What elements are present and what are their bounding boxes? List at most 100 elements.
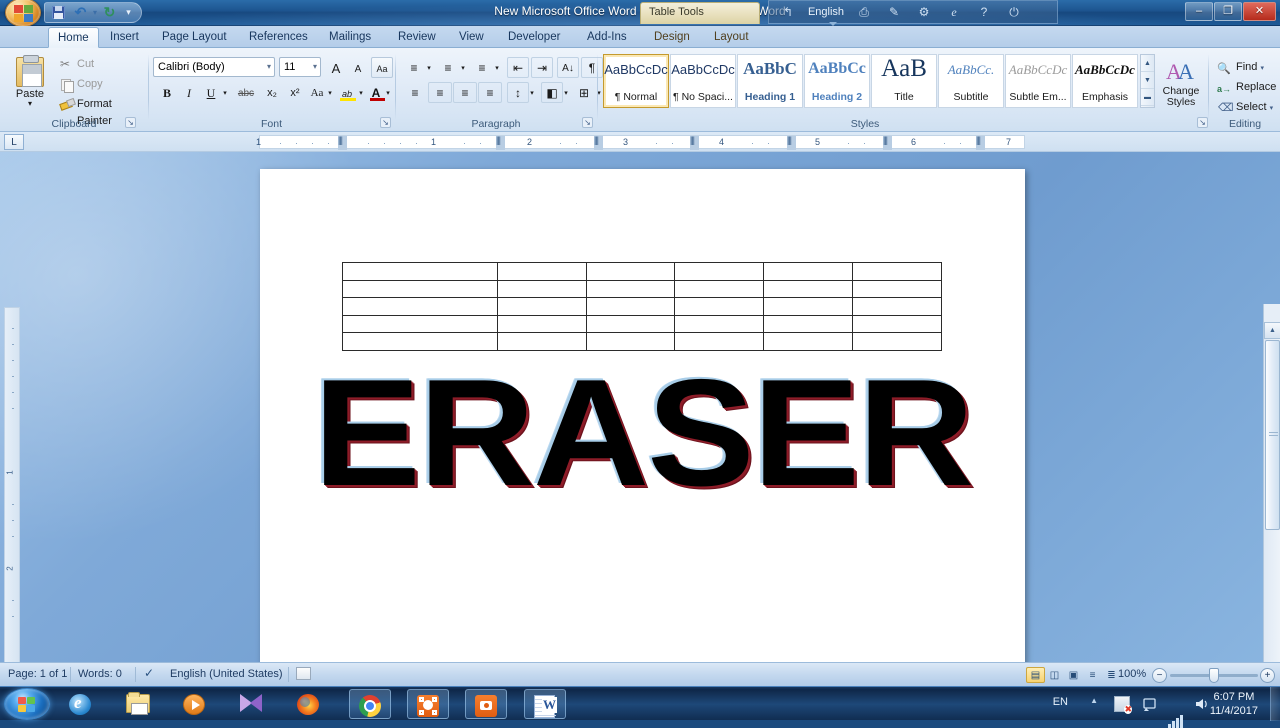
format-painter-button[interactable]: Format Painter	[56, 95, 148, 127]
text-highlight-button[interactable]: ab	[336, 82, 358, 103]
volume-icon[interactable]	[1194, 696, 1210, 712]
font-color-button[interactable]: A	[366, 82, 386, 103]
font-name-combo[interactable]: Calibri (Body) ▾	[153, 57, 275, 77]
office-button[interactable]	[2, 0, 42, 28]
justify-button[interactable]: ≡	[478, 82, 502, 103]
proofing-errors-icon[interactable]: ✓	[144, 666, 154, 680]
ruler-track[interactable]: 1 1 2 3 4 5 6 7	[256, 135, 1025, 150]
scroll-up-button[interactable]: ▲	[1264, 322, 1280, 339]
style-emphasis[interactable]: AaBbCcDc Emphasis	[1072, 54, 1138, 108]
styles-more-button[interactable]: ▬	[1141, 89, 1154, 106]
save-button[interactable]	[49, 4, 68, 21]
zoom-level[interactable]: 100%	[1118, 668, 1146, 680]
minimize-button[interactable]: –	[1185, 2, 1213, 21]
vertical-ruler[interactable]: 1 2 3	[4, 307, 20, 662]
macro-record-icon[interactable]	[296, 667, 311, 680]
line-spacing-button[interactable]: ↕	[507, 82, 529, 103]
page-indicator[interactable]: Page: 1 of 1	[8, 668, 67, 680]
taskbar-internet-explorer[interactable]	[60, 689, 102, 719]
power-icon[interactable]: ⏻	[999, 2, 1029, 22]
line-spacing-caret-icon[interactable]: ▾	[527, 82, 537, 103]
style-heading-2[interactable]: AaBbCc Heading 2	[804, 54, 870, 108]
taskbar-snagit-capture[interactable]	[465, 689, 507, 719]
multilevel-list-button[interactable]: ≡	[471, 57, 493, 78]
taskbar-windows-explorer[interactable]	[117, 689, 159, 719]
italic-button[interactable]: I	[178, 82, 200, 103]
taskbar-microsoft-word[interactable]	[524, 689, 566, 719]
input-language-indicator[interactable]: EN	[1053, 696, 1068, 708]
underline-caret-icon[interactable]: ▾	[220, 82, 230, 103]
numbering-button[interactable]: ≡	[437, 57, 459, 78]
scrollbar-thumb[interactable]	[1265, 340, 1280, 530]
restore-button[interactable]: ❐	[1214, 2, 1242, 21]
tab-design[interactable]: Design	[645, 27, 699, 48]
tab-mailings[interactable]: Mailings	[320, 27, 380, 48]
styles-dialog-launcher[interactable]: ↘	[1197, 117, 1208, 128]
document-page[interactable]: ERASER	[260, 169, 1025, 662]
clock[interactable]: 6:07 PM 11/4/2017	[1210, 690, 1258, 718]
horizontal-ruler[interactable]: L 1 1 2 3 4 5 6 7	[0, 132, 1280, 152]
sort-button[interactable]: A↓	[557, 57, 579, 78]
shrink-font-button[interactable]: A	[347, 57, 369, 78]
language-bar-language[interactable]: English	[803, 6, 849, 18]
column-marker[interactable]	[690, 135, 699, 150]
font-color-caret-icon[interactable]: ▾	[384, 82, 392, 103]
signal-icon[interactable]	[1168, 712, 1184, 728]
find-button[interactable]: 🔍 Find ▾	[1214, 56, 1276, 76]
cut-button[interactable]: Cut	[56, 55, 140, 73]
font-size-combo[interactable]: 11 ▾	[279, 57, 321, 77]
view-outline[interactable]: ≡	[1083, 667, 1102, 683]
zoom-out-button[interactable]: −	[1152, 668, 1167, 683]
strikethrough-button[interactable]: abc	[233, 82, 259, 103]
bullets-caret-icon[interactable]: ▾	[424, 57, 434, 78]
redo-button[interactable]: ↻	[100, 4, 119, 21]
decrease-indent-button[interactable]: ⇤	[507, 57, 529, 78]
view-web-layout[interactable]: ▣	[1064, 667, 1083, 683]
styles-gallery-scrollbar[interactable]: ▲ ▼ ▬	[1140, 54, 1155, 108]
help-icon[interactable]: ?	[969, 2, 999, 22]
column-marker[interactable]	[496, 135, 505, 150]
document-workspace[interactable]: 1 2 3	[0, 152, 1280, 662]
language-bar-restore-icon[interactable]: ↰	[773, 2, 803, 22]
superscript-button[interactable]: x²	[284, 82, 306, 103]
change-styles-button[interactable]: AA Change Styles	[1156, 54, 1206, 116]
view-print-layout[interactable]: ▤	[1026, 667, 1045, 683]
view-full-screen-reading[interactable]: ◫	[1045, 667, 1064, 683]
grow-font-button[interactable]: A	[325, 57, 347, 78]
change-case-caret-icon[interactable]: ▾	[325, 82, 335, 103]
taskbar-movie-maker[interactable]	[231, 689, 273, 719]
tab-references[interactable]: References	[240, 27, 317, 48]
action-center-icon[interactable]	[1114, 696, 1132, 714]
align-left-button[interactable]: ≡	[403, 82, 427, 103]
underline-button[interactable]: U	[200, 82, 222, 103]
close-button[interactable]: ✕	[1243, 2, 1276, 21]
bold-button[interactable]: B	[156, 82, 178, 103]
tab-insert[interactable]: Insert	[101, 27, 148, 48]
numbering-caret-icon[interactable]: ▾	[458, 57, 468, 78]
style-title[interactable]: AaB Title	[871, 54, 937, 108]
style-subtitle[interactable]: AaBbCc. Subtitle	[938, 54, 1004, 108]
taskbar-google-chrome[interactable]	[349, 689, 391, 719]
taskbar-firefox[interactable]	[288, 689, 330, 719]
wordart-block[interactable]: ERASER	[260, 357, 1025, 509]
gear-icon[interactable]: ⚙	[909, 2, 939, 22]
undo-button[interactable]: ↶	[71, 4, 90, 21]
tab-home[interactable]: Home	[48, 27, 99, 48]
vertical-scrollbar[interactable]: ▲ ▼ ⤒ ● ⤓	[1263, 304, 1280, 662]
document-table[interactable]	[342, 262, 942, 351]
tab-review[interactable]: Review	[389, 27, 445, 48]
tab-add-ins[interactable]: Add-Ins	[578, 27, 636, 48]
change-case-button[interactable]: Aa	[307, 82, 327, 103]
style-no-spacing[interactable]: AaBbCcDc ¶ No Spaci...	[670, 54, 736, 108]
style-subtle-emphasis[interactable]: AaBbCcDc Subtle Em...	[1005, 54, 1071, 108]
shading-button[interactable]: ◧	[541, 82, 563, 103]
customize-qat-button[interactable]: ▾	[122, 4, 135, 21]
style-heading-1[interactable]: AaBbC Heading 1	[737, 54, 803, 108]
tab-stop-selector[interactable]: L	[4, 134, 24, 150]
bullets-button[interactable]: ≡	[403, 57, 425, 78]
clipboard-dialog-launcher[interactable]: ↘	[125, 117, 136, 128]
show-hidden-icons-button[interactable]: ▲	[1090, 696, 1098, 705]
clear-formatting-button[interactable]: Aa	[371, 57, 393, 78]
tab-developer[interactable]: Developer	[499, 27, 569, 48]
language-indicator[interactable]: English (United States)	[170, 668, 283, 680]
